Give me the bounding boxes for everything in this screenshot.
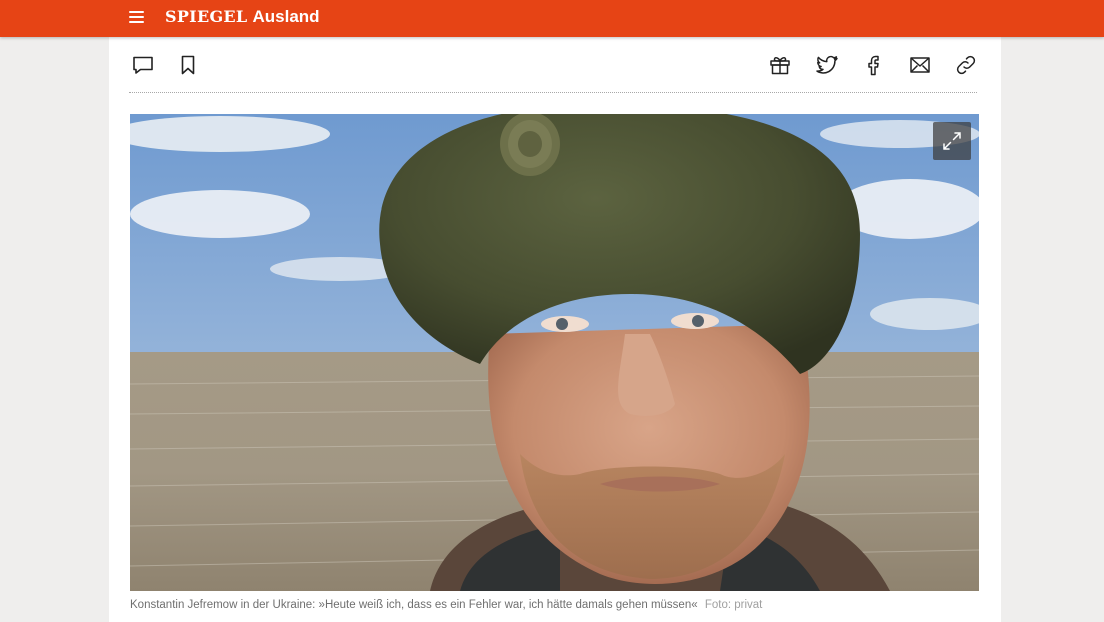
caption-text: Konstantin Jefremow in der Ukraine: »Heu… — [130, 599, 698, 611]
photo-image — [130, 114, 979, 591]
mail-icon[interactable] — [908, 53, 932, 77]
comment-icon[interactable] — [131, 53, 155, 77]
bookmark-icon[interactable] — [176, 53, 200, 77]
brand-name: SPIEGEL — [165, 7, 248, 26]
site-header: SPIEGEL Ausland — [0, 0, 1104, 37]
article-toolbar — [129, 37, 977, 93]
photo-credit: Foto: privat — [704, 599, 763, 611]
expand-icon[interactable] — [933, 122, 971, 160]
article-photo[interactable] — [130, 114, 979, 591]
link-icon[interactable] — [954, 53, 978, 77]
gift-icon[interactable] — [768, 53, 792, 77]
facebook-icon[interactable] — [861, 53, 885, 77]
site-logo[interactable]: SPIEGEL Ausland — [165, 7, 320, 29]
hamburger-menu-icon[interactable] — [129, 10, 145, 24]
photo-caption: Konstantin Jefremow in der Ukraine: »Heu… — [130, 599, 990, 611]
twitter-icon[interactable] — [815, 53, 839, 77]
article-container: Konstantin Jefremow in der Ukraine: »Heu… — [109, 37, 1001, 622]
section-name: Ausland — [252, 7, 320, 26]
